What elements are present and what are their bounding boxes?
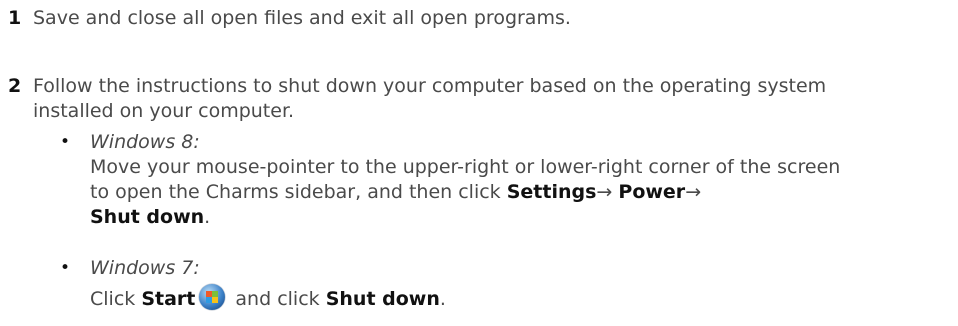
and-click-text: and click: [229, 288, 326, 310]
bullet-symbol: •: [60, 258, 71, 278]
bullet-description: Move your mouse-pointer to the upper-rig…: [90, 155, 850, 230]
start-label: Start: [141, 288, 196, 310]
arrow-icon: →: [685, 181, 702, 203]
step-text: Save and close all open files and exit a…: [33, 7, 571, 29]
power-label: Power: [618, 181, 686, 203]
bullet-symbol: •: [60, 132, 71, 152]
shut-down-label: Shut down: [325, 288, 440, 310]
bullet-body: Windows 7: Click Start and click Shut do…: [90, 256, 950, 312]
settings-label: Settings: [506, 181, 597, 203]
bullet-description: Click Start and click Shut down.: [90, 284, 950, 312]
shut-down-label: Shut down: [90, 206, 205, 228]
description-text: Move your mouse-pointer to the upper-rig…: [90, 156, 841, 203]
bullet-heading: Windows 7:: [90, 257, 200, 279]
period: .: [439, 288, 446, 310]
step-number: 2: [8, 75, 22, 97]
bullet-body: Windows 8: Move your mouse-pointer to th…: [90, 130, 950, 230]
windows-start-orb-icon: [199, 284, 226, 310]
period: .: [204, 206, 211, 228]
bullet-heading: Windows 8:: [90, 131, 200, 153]
step-number: 1: [8, 7, 22, 29]
arrow-icon: →: [596, 181, 619, 203]
step-text: Follow the instructions to shut down you…: [33, 75, 827, 122]
click-text: Click: [90, 288, 142, 310]
